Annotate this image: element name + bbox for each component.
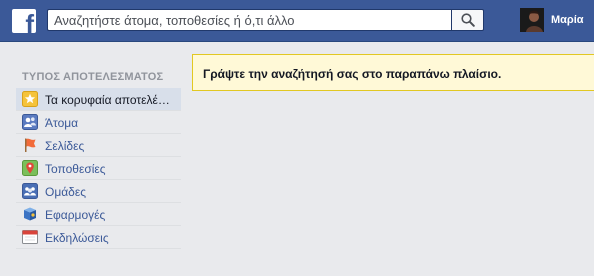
avatar[interactable]: [520, 8, 544, 32]
groups-icon: [22, 183, 38, 199]
flag-icon: [25, 138, 36, 152]
sidebar-item-label: Εφαρμογές: [45, 208, 106, 222]
search-button[interactable]: [451, 9, 484, 31]
top-navigation-bar: f Μαρία: [0, 0, 594, 42]
sidebar-item-label: Σελίδες: [45, 139, 85, 153]
sidebar-item-label: Τα κορυφαία αποτελέσματα: [45, 93, 177, 107]
logo-letter: f: [25, 9, 34, 33]
sidebar-item-pages[interactable]: Σελίδες: [16, 134, 181, 157]
search-input[interactable]: [47, 9, 451, 31]
profile-name[interactable]: Μαρία: [551, 14, 584, 27]
facebook-logo[interactable]: f: [12, 9, 36, 33]
result-type-list: Τα κορυφαία αποτελέσματα Άτομα Σελίδες Τ…: [16, 88, 181, 249]
star-icon: [22, 91, 38, 107]
sidebar-item-label: Τοποθεσίες: [45, 162, 106, 176]
sidebar-item-label: Εκδηλώσεις: [45, 231, 109, 245]
sidebar-item-apps[interactable]: Εφαρμογές: [16, 203, 181, 226]
notice-text: Γράψτε την αναζήτησή σας στο παραπάνω πλ…: [203, 67, 502, 81]
search-icon: [461, 13, 475, 27]
sidebar-item-people[interactable]: Άτομα: [16, 111, 181, 134]
sidebar-item-label: Άτομα: [45, 116, 79, 130]
sidebar-item-places[interactable]: Τοποθεσίες: [16, 157, 181, 180]
sidebar-item-groups[interactable]: Ομάδες: [16, 180, 181, 203]
sidebar-heading: ΤΥΠΟΣ ΑΠΟΤΕΛΕΣΜΑΤΟΣ: [22, 71, 164, 83]
sidebar-item-label: Ομάδες: [45, 185, 86, 199]
calendar-icon: [22, 230, 38, 244]
search-hint-notice: Γράψτε την αναζήτησή σας στο παραπάνω πλ…: [192, 54, 594, 91]
people-icon: [22, 114, 38, 130]
sidebar-item-events[interactable]: Εκδηλώσεις: [16, 226, 181, 249]
apps-icon: [24, 207, 36, 221]
map-pin-icon: [22, 160, 38, 176]
sidebar-item-top-results[interactable]: Τα κορυφαία αποτελέσματα: [16, 88, 181, 111]
